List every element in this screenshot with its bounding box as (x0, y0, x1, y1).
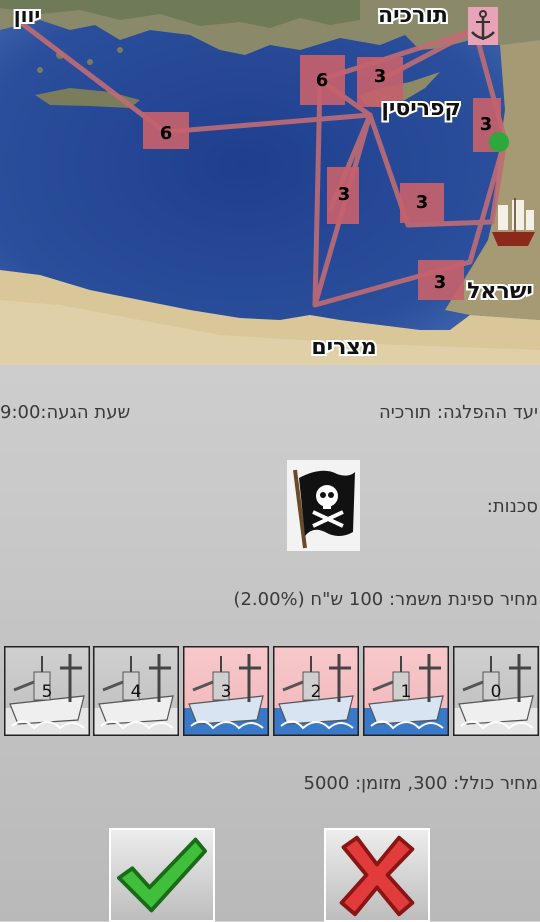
guard-ship-count-label: 5 (41, 682, 53, 702)
danger-label: סכנות: (486, 496, 538, 517)
arrival-time-label: שעת הגעה:9:00 (0, 402, 131, 423)
cancel-button[interactable] (324, 828, 430, 922)
map-box-6-west: 6 (160, 123, 173, 144)
guard-ship-count-label: 4 (130, 682, 142, 702)
map-box-3-southeast: 3 (416, 192, 429, 213)
label-greece: יוון (14, 3, 40, 27)
destination-label: יעד ההפלגה: תורכיה (379, 402, 538, 423)
label-egypt: מצרים (311, 335, 376, 360)
total-price-label: מחיר כולל: 300, מזומן: 5000 (303, 773, 538, 794)
anchor-icon[interactable] (468, 7, 498, 45)
guard-ship-count-label: 3 (220, 682, 232, 702)
pirate-flag-icon (287, 460, 360, 551)
map-box-6-north: 6 (316, 70, 329, 91)
guard-ship-price-label: מחיר ספינת משמר: 100 ש"ח (2.00%) (233, 589, 538, 610)
label-cyprus: קפריסין (381, 96, 460, 121)
guard-ship-option-3[interactable]: 3 (183, 646, 269, 736)
guard-ship-option-0[interactable]: 0 (453, 646, 539, 736)
map-box-3-middle: 3 (338, 184, 351, 205)
confirm-button[interactable] (109, 828, 215, 922)
map-box-3-cyprus: 3 (374, 66, 387, 87)
route-map: 6 6 3 3 3 3 3 יוון תורכיה קפריסין ישראל … (0, 0, 540, 365)
x-icon (339, 835, 415, 917)
guard-ship-count-label: 2 (310, 682, 322, 702)
guard-ship-option-1[interactable]: 1 (363, 646, 449, 736)
label-turkey: תורכיה (378, 3, 448, 28)
guard-ship-selector: 5 4 3 2 1 0 (0, 643, 540, 738)
check-icon (117, 837, 207, 913)
map-box-3-east: 3 (480, 114, 493, 135)
guard-ship-option-5[interactable]: 5 (4, 646, 90, 736)
guard-ship-option-4[interactable]: 4 (93, 646, 179, 736)
label-israel: ישראל (467, 279, 533, 304)
guard-ship-count-label: 1 (400, 682, 412, 702)
green-dot-icon (489, 132, 509, 152)
guard-ship-count-label: 0 (490, 682, 502, 702)
guard-ship-option-2[interactable]: 2 (273, 646, 359, 736)
map-box-3-south: 3 (434, 272, 447, 293)
